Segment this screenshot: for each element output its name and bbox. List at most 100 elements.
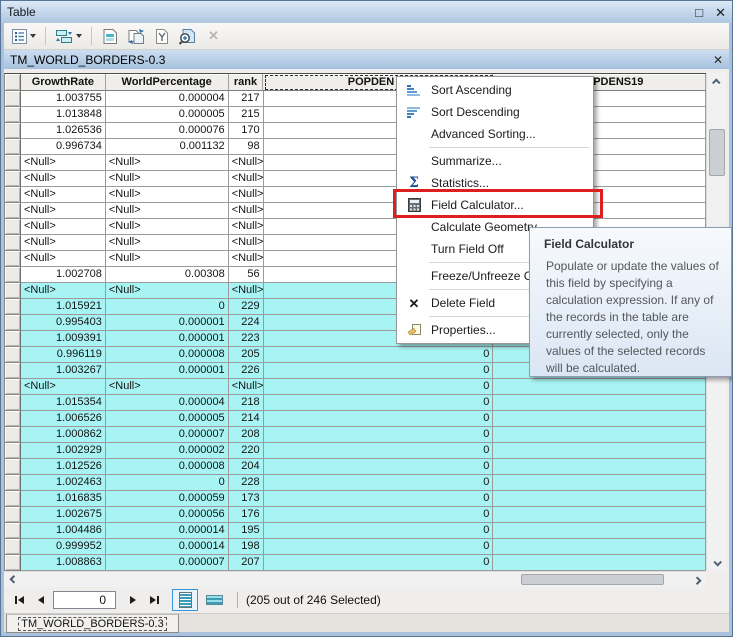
record-number-input[interactable]	[53, 591, 116, 609]
corner-header	[5, 74, 21, 91]
cell: 0	[264, 363, 494, 379]
previous-record-button[interactable]	[38, 596, 44, 604]
row-selector-button[interactable]	[5, 379, 21, 395]
properties-icon	[402, 323, 426, 337]
vertical-scroll-thumb[interactable]	[709, 129, 725, 176]
cell: 0.000002	[106, 443, 229, 459]
row-selector-button[interactable]	[5, 235, 21, 251]
row-selector-button[interactable]	[5, 219, 21, 235]
menu-item-label: Turn Field Off	[431, 242, 504, 256]
horizontal-scroll-thumb[interactable]	[521, 574, 664, 585]
row-selector-button[interactable]	[5, 187, 21, 203]
last-record-button[interactable]	[150, 596, 160, 604]
row-selector-button[interactable]	[5, 139, 21, 155]
cell	[493, 555, 706, 571]
cell: 0	[264, 459, 494, 475]
cell	[493, 491, 706, 507]
scroll-left-icon[interactable]	[4, 572, 21, 587]
cell: 0.000004	[106, 91, 229, 107]
cell: 0.995403	[21, 315, 106, 331]
row-selector-button[interactable]	[5, 507, 21, 523]
cell: 1.012526	[21, 459, 106, 475]
menu-item-label: Delete Field	[431, 296, 495, 310]
cell: 0	[264, 443, 494, 459]
table-options-icon	[11, 28, 28, 45]
row-selector-button[interactable]	[5, 203, 21, 219]
table-row: 0.9967340.001132980	[4, 139, 706, 155]
menu-item-label: Sort Descending	[431, 105, 520, 119]
maximize-icon[interactable]: □	[695, 6, 703, 19]
scroll-right-icon[interactable]	[689, 572, 706, 587]
row-selector-button[interactable]	[5, 443, 21, 459]
row-selector-button[interactable]	[5, 475, 21, 491]
cell: 0.000001	[106, 363, 229, 379]
menu-item-sort-descending[interactable]: Sort Descending	[397, 101, 593, 123]
cell: <Null>	[229, 187, 264, 203]
menu-item-label: Summarize...	[431, 154, 502, 168]
menu-item-label: Advanced Sorting...	[431, 127, 536, 141]
cell: 1.002463	[21, 475, 106, 491]
column-header-rank[interactable]: rank	[229, 74, 264, 91]
horizontal-scrollbar[interactable]	[4, 571, 706, 587]
window-title: Table	[7, 5, 36, 19]
table-options-button[interactable]	[9, 26, 38, 47]
row-selector-button[interactable]	[5, 523, 21, 539]
show-selected-records-button[interactable]	[201, 589, 227, 611]
menu-item-advanced-sorting[interactable]: Advanced Sorting...	[397, 123, 593, 145]
row-selector-button[interactable]	[5, 459, 21, 475]
tab-close-icon[interactable]: ✕	[713, 53, 723, 67]
bottom-tab-tm-world-borders[interactable]: TM_WORLD_BORDERS-0.3	[6, 614, 179, 633]
row-selector-button[interactable]	[5, 363, 21, 379]
row-selector-button[interactable]	[5, 539, 21, 555]
menu-item-summarize[interactable]: Summarize...	[397, 150, 593, 172]
row-selector-button[interactable]	[5, 107, 21, 123]
scroll-up-icon[interactable]	[707, 73, 727, 90]
switch-selection-icon	[127, 28, 146, 45]
row-selector-button[interactable]	[5, 555, 21, 571]
row-selector-button[interactable]	[5, 347, 21, 363]
row-selector-button[interactable]	[5, 395, 21, 411]
row-selector-button[interactable]	[5, 91, 21, 107]
column-header-growthrate[interactable]: GrowthRate	[21, 74, 106, 91]
first-record-button[interactable]	[14, 596, 24, 604]
cell: 0	[264, 411, 494, 427]
cell: <Null>	[21, 219, 106, 235]
menu-item-sort-ascending[interactable]: Sort Ascending	[397, 79, 593, 101]
cell: <Null>	[106, 251, 229, 267]
row-selector-button[interactable]	[5, 411, 21, 427]
show-all-records-icon	[179, 592, 192, 608]
cell: 226	[229, 363, 264, 379]
close-icon[interactable]: ✕	[715, 6, 726, 19]
scroll-down-icon[interactable]	[707, 554, 727, 571]
row-selector-button[interactable]	[5, 427, 21, 443]
cell: <Null>	[106, 379, 229, 395]
row-selector-button[interactable]	[5, 123, 21, 139]
zoom-to-selected-button[interactable]	[176, 26, 199, 47]
column-header-worldpercentage[interactable]: WorldPercentage	[106, 74, 229, 91]
show-all-records-button[interactable]	[172, 589, 198, 611]
cell	[493, 475, 706, 491]
row-selector-button[interactable]	[5, 299, 21, 315]
cell: <Null>	[229, 251, 264, 267]
row-selector-button[interactable]	[5, 491, 21, 507]
row-selector-button[interactable]	[5, 171, 21, 187]
switch-selection-button[interactable]	[125, 26, 148, 47]
cell: 1.013848	[21, 107, 106, 123]
next-record-button[interactable]	[130, 596, 136, 604]
cell	[493, 539, 706, 555]
row-selector-button[interactable]	[5, 331, 21, 347]
row-selector-button[interactable]	[5, 283, 21, 299]
cell: 0.000076	[106, 123, 229, 139]
row-selector-button[interactable]	[5, 155, 21, 171]
cell: 0	[264, 347, 494, 363]
clear-selection-button[interactable]	[152, 26, 172, 47]
related-tables-button[interactable]	[53, 26, 84, 47]
row-selector-button[interactable]	[5, 251, 21, 267]
cell: 208	[229, 427, 264, 443]
select-by-attributes-button[interactable]	[99, 26, 121, 47]
cell	[493, 379, 706, 395]
row-selector-button[interactable]	[5, 315, 21, 331]
menu-item-field-calculator[interactable]: Field Calculator...	[397, 194, 593, 216]
row-selector-button[interactable]	[5, 267, 21, 283]
menu-item-statistics[interactable]: ΣStatistics...	[397, 172, 593, 194]
